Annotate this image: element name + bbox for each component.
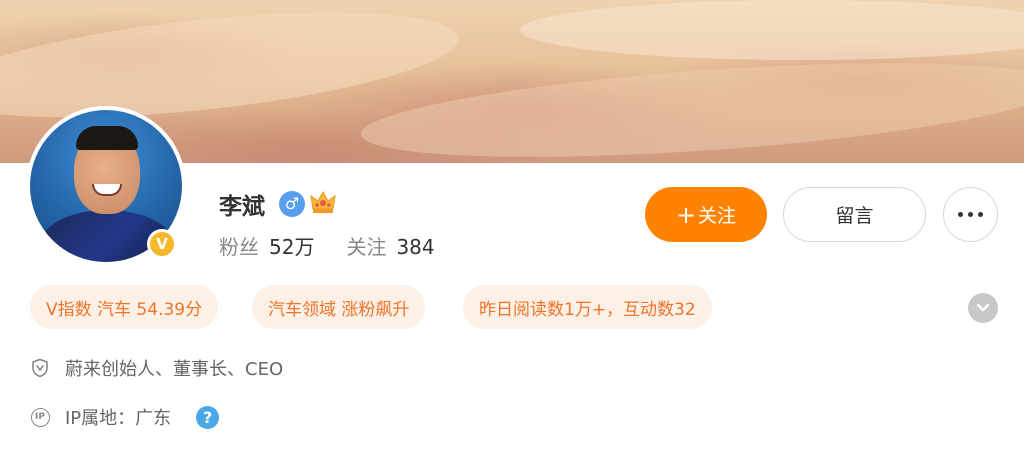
tag-reads-interactions[interactable]: 昨日阅读数1万+，互动数32 xyxy=(463,285,712,329)
chevron-down-icon xyxy=(976,303,990,312)
following-count[interactable]: 384 xyxy=(396,235,434,259)
profile-name: 李斌 xyxy=(219,194,265,220)
following-label[interactable]: 关注 xyxy=(346,231,386,260)
male-icon: ♂ xyxy=(279,191,305,217)
follow-button[interactable]: + 关注 xyxy=(645,187,767,242)
followers-label[interactable]: 粉丝 xyxy=(219,231,259,260)
ip-icon: IP xyxy=(30,407,50,427)
more-options-button[interactable] xyxy=(943,187,998,242)
expand-tags-button[interactable] xyxy=(968,293,998,323)
tag-field-growth[interactable]: 汽车领域 涨粉飙升 xyxy=(252,285,426,329)
crown-icon xyxy=(310,190,336,213)
sand-ridge xyxy=(358,45,1024,163)
profile-title: 蔚来创始人、董事长、CEO xyxy=(65,359,284,380)
follow-label: 关注 xyxy=(698,205,737,227)
shield-icon xyxy=(30,358,50,378)
more-icon xyxy=(958,212,963,217)
followers-count[interactable]: 52万 xyxy=(269,231,314,260)
profile-stats: 粉丝 52万 关注 384 xyxy=(219,231,435,260)
sand-ridge xyxy=(520,0,1024,60)
profile-title-row: 蔚来创始人、董事长、CEO xyxy=(30,355,283,381)
tag-v-index[interactable]: V指数 汽车 54.39分 xyxy=(30,285,219,329)
help-icon[interactable]: ? xyxy=(196,405,220,429)
ip-location-row: IP IP属地：广东 ? xyxy=(30,404,220,430)
message-label: 留言 xyxy=(835,205,874,227)
plus-icon: + xyxy=(675,200,697,229)
ip-location: IP属地：广东 xyxy=(65,408,172,429)
message-button[interactable]: 留言 xyxy=(783,187,926,242)
avatar-hair xyxy=(76,126,138,150)
verified-badge-icon: V xyxy=(147,229,177,259)
